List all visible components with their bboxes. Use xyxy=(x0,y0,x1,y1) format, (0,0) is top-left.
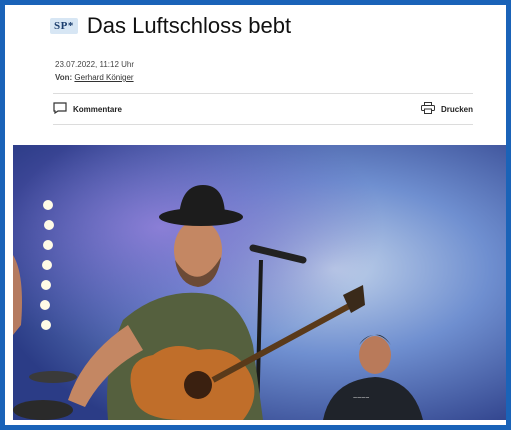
author-link[interactable]: Gerhard Königer xyxy=(74,73,133,82)
article-actions: Kommentare Drucken xyxy=(53,100,473,118)
divider-top xyxy=(53,93,473,94)
print-button[interactable]: Drucken xyxy=(420,102,473,116)
byline: Von: Gerhard Königer xyxy=(55,71,134,84)
publisher-badge: SP* xyxy=(50,18,78,34)
comment-icon xyxy=(53,102,67,116)
article-meta: 23.07.2022, 11:12 Uhr Von: Gerhard König… xyxy=(55,58,134,84)
byline-prefix: Von: xyxy=(55,73,73,82)
svg-text:~~~~: ~~~~ xyxy=(353,395,369,402)
comments-label: Kommentare xyxy=(73,104,122,114)
publish-date: 23.07.2022, 11:12 Uhr xyxy=(55,60,135,69)
divider-bottom xyxy=(53,124,473,125)
article-header: SP* Das Luftschloss bebt xyxy=(50,13,291,39)
article-frame: SP* Das Luftschloss bebt 23.07.2022, 11:… xyxy=(5,5,506,425)
comments-button[interactable]: Kommentare xyxy=(53,102,122,116)
printer-icon xyxy=(420,102,435,116)
article-photo: ~~~~ xyxy=(13,145,506,420)
article-title: Das Luftschloss bebt xyxy=(86,13,292,38)
print-label: Drucken xyxy=(440,104,473,114)
